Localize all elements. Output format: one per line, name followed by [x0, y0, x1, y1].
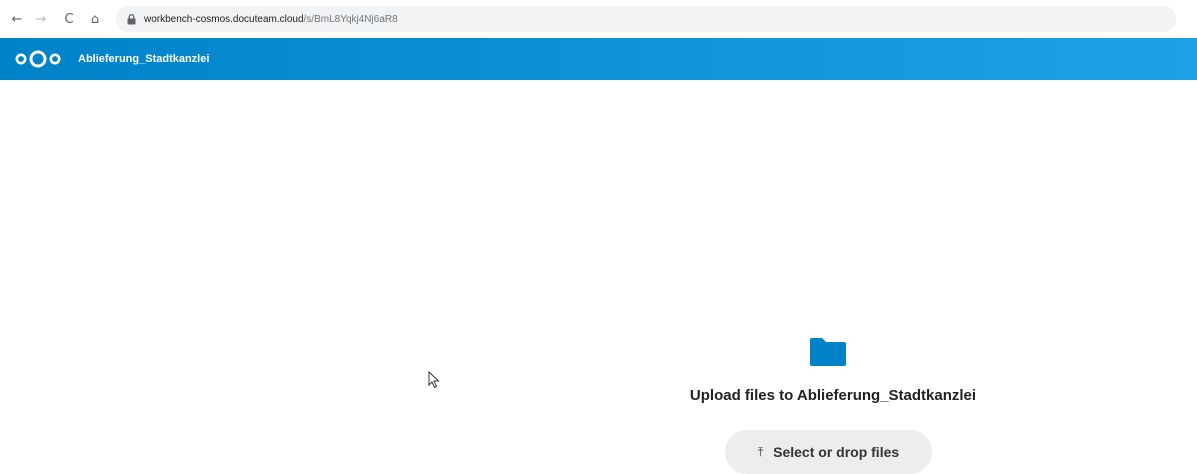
url-path: /s/BmL8Yqkj4Nj6aR8 [303, 13, 398, 25]
share-title: Ablieferung_Stadtkanzlei [78, 53, 210, 65]
url-host: workbench-cosmos.docuteam.cloud [144, 13, 304, 25]
app-header: Ablieferung_Stadtkanzlei [0, 38, 1197, 80]
lock-icon[interactable] [126, 13, 136, 25]
mouse-cursor-icon [428, 371, 440, 389]
upload-drop-area[interactable]: Upload files to Ablieferung_Stadtkanzlei… [0, 80, 1197, 474]
folder-icon [810, 338, 846, 366]
select-button-label: Select or drop files [773, 444, 900, 460]
address-bar[interactable]: workbench-cosmos.docuteam.cloud/s/BmL8Yq… [116, 6, 1176, 32]
url-text: workbench-cosmos.docuteam.cloud/s/BmL8Yq… [144, 14, 398, 25]
select-or-drop-files-button[interactable]: ⤒ Select or drop files [725, 430, 932, 474]
nextcloud-logo-icon[interactable] [14, 49, 66, 69]
upload-title: Upload files to Ablieferung_Stadtkanzlei [689, 387, 977, 404]
browser-toolbar: ← → C ⌂ workbench-cosmos.docuteam.cloud/… [0, 0, 1197, 38]
back-arrow-icon[interactable]: ← [6, 8, 28, 30]
reload-icon[interactable]: C [58, 8, 80, 30]
home-icon[interactable]: ⌂ [84, 8, 106, 30]
upload-icon: ⤒ [757, 444, 764, 459]
forward-arrow-icon[interactable]: → [30, 8, 52, 30]
